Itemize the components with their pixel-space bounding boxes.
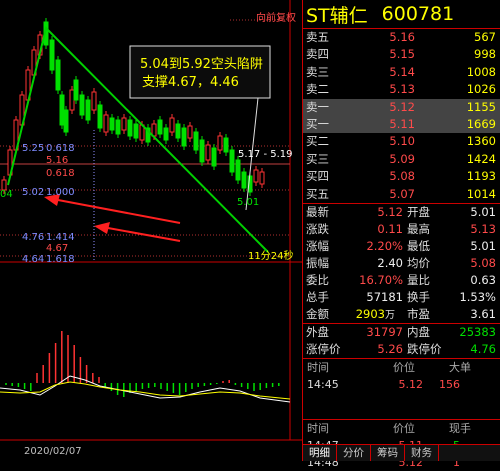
support-arrow-2 [94,222,181,242]
bid-list: 买一 5.11 1669 买二 5.10 1360 买三 5.09 1424 买四 5.08 1… [303,115,500,203]
bid-row[interactable]: 买五 5.07 1014 [303,186,500,203]
stock-title-bar: ST辅仁 600781 [303,0,500,29]
candle-body [235,159,241,181]
bottom-tabs: 明细 分价 筹码 财务 [303,444,500,461]
bid-row[interactable]: 买四 5.08 1193 [303,168,500,185]
stock-code: 600781 [381,3,455,25]
ask-row[interactable]: 卖二 5.13 1026 [303,81,500,98]
candle-body [241,171,247,189]
candle-body [127,119,133,137]
big-trade-row[interactable]: 14:45 5.12 156 [303,376,500,393]
candle-body [211,147,217,167]
support-arrow-1 [44,194,181,224]
annotation-callout: 5.04到5.92空头陷阱 支撑4.67，4.46 [129,45,271,211]
candle-body [85,99,91,121]
volume-split: 外盘 31797 内盘 25383 涨停价 5.26 跌停价 4.76 [303,322,500,358]
ask-list: 卖五 5.16 567 卖四 5.15 998 卖三 5.14 1008 卖二 5.13 102… [303,29,500,116]
fib-price-476: 4.76 [22,232,44,243]
ask-row[interactable]: 卖五 5.16 567 [303,29,500,46]
candle-body [175,123,181,139]
fib-ratio-1618: 1.618 [46,254,75,265]
candle-body [253,169,259,183]
tab-chouma[interactable]: 筹码 [371,445,405,461]
candle-body [69,89,75,111]
ask-row[interactable]: 卖一 5.12 1155 [303,98,500,116]
bid-row[interactable]: 买一 5.11 1669 [303,115,500,134]
candle-body [97,104,103,129]
stats-block: 最新 5.12 开盘 5.01 涨跌 0.11 最高 5.13 涨幅 2.20% 最低 5.01 … [303,202,500,323]
fib-ratio-0618a: 0.618 [46,143,75,154]
low-label: 5.01 [237,197,259,208]
bid-row[interactable]: 买三 5.09 1424 [303,151,500,168]
stat-row: 金额 2903万 市盈 3.61 [306,306,496,321]
candle-body [109,117,115,131]
candle-body [163,127,169,141]
annotation-line2: 支撑4.67，4.46 [142,75,239,90]
candle-body [91,91,97,111]
candle-body [259,171,265,185]
candle-body [63,109,69,133]
kline-chart[interactable]: 5.04到5.92空头陷阱 支撑4.67，4.46 5.25 0.618 5.1… [0,0,302,461]
stat-row: 最新 5.12 开盘 5.01 [306,204,496,219]
fib-price-464: 4.64 [22,254,44,265]
candle-body [115,119,121,135]
candle-body [121,117,127,131]
stat-row: 委比 16.70% 量比 0.63 [306,272,496,287]
bid-row[interactable]: 买二 5.10 1360 [303,133,500,150]
stat-row: 振幅 2.40 均价 5.08 [306,255,496,270]
candle-body [169,117,175,133]
fib-ratio-1414: 1.414 [46,232,75,243]
ask-row[interactable]: 卖三 5.14 1008 [303,64,500,81]
ask-row[interactable]: 卖四 5.15 998 [303,46,500,63]
left-small-label: 04 [0,189,13,200]
macd-indicator [5,331,280,397]
candle-body [73,79,79,101]
candle-body [157,119,163,135]
dea-line [0,381,291,400]
candle-body [55,59,61,91]
fuquan-label: 向前复权 [256,11,296,24]
candle-body [217,135,223,151]
tab-caiwu[interactable]: 财务 [405,445,439,461]
fib-price-516: 5.16 [46,155,68,166]
candle-body [49,39,55,71]
period-label: 11分24秒 [248,249,293,262]
candle-body [133,123,139,139]
candle-body [79,94,85,116]
range-label: 5.17 - 5.19 [238,149,293,160]
quote-panel: ST辅仁 600781 卖五 5.16 567 卖四 5.15 998 卖三 5.14 10… [302,0,500,469]
candle-body [193,131,199,151]
stock-name: ST辅仁 [306,4,368,27]
date-label: 2020/02/07 [24,446,82,457]
fib-price-467: 4.67 [46,243,68,254]
fib-ratio-1000: 1.000 [46,187,75,198]
stat-row: 总手 57181 换手 1.53% [306,289,496,304]
candle-body [229,149,235,173]
annotation-line1: 5.04到5.92空头陷阱 [140,57,263,72]
candle-body [181,127,187,147]
candle-body [187,125,193,139]
candle-body [103,114,109,133]
candle-body [199,139,205,163]
candle-body [205,144,211,161]
tab-mingxi[interactable]: 明细 [303,445,337,461]
stat-row: 涨跌 0.11 最高 5.13 [306,221,496,236]
big-trade-list: 时间 价位 大单 14:45 5.12 156 [303,357,500,393]
candle-body [223,137,229,153]
fib-price-502: 5.02 [22,187,44,198]
stat-row: 涨幅 2.20% 最低 5.01 [306,238,496,253]
fib-price-525: 5.25 [22,143,44,154]
tab-fenjia[interactable]: 分价 [337,445,371,461]
candle-body [59,94,65,126]
fib-ratio-0618b: 0.618 [46,168,75,179]
